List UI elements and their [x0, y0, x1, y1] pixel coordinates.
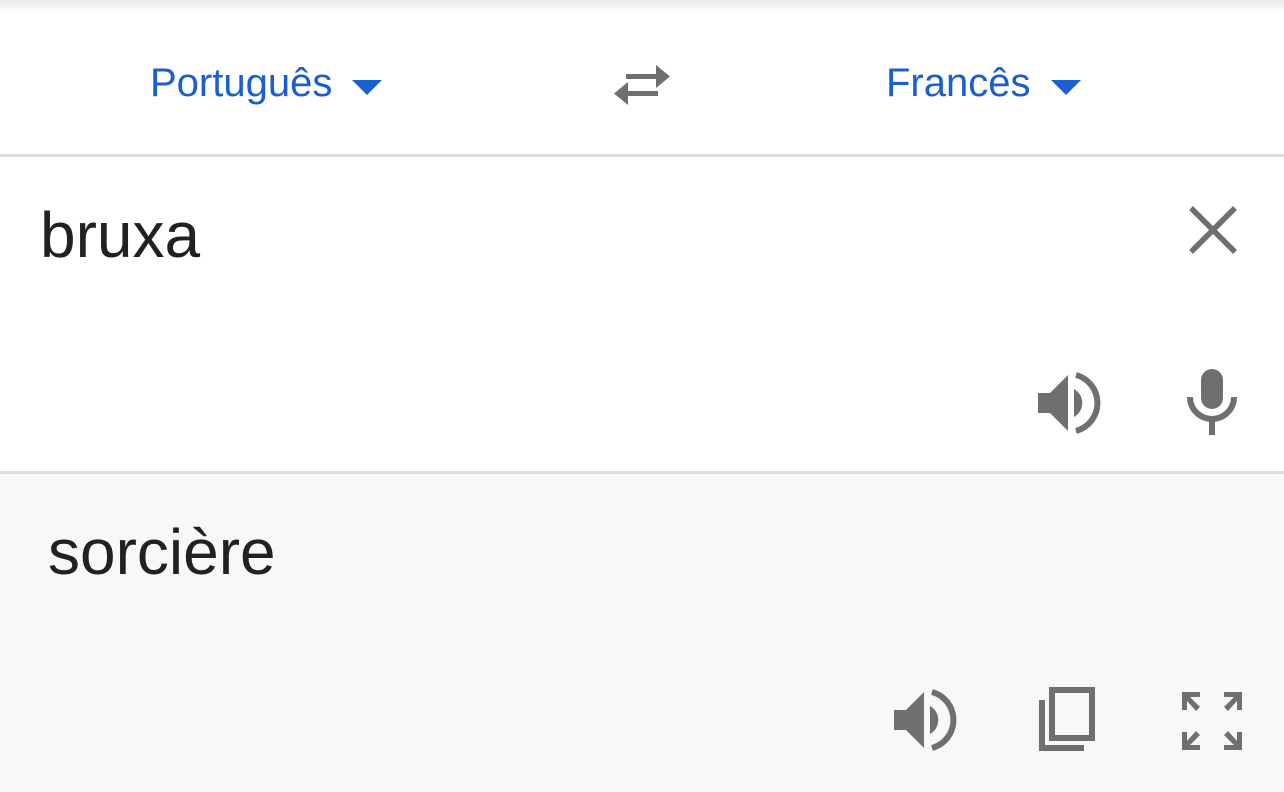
source-text[interactable]: bruxa [40, 197, 200, 273]
target-language-label: Francês [886, 61, 1031, 105]
close-icon [1189, 206, 1237, 254]
clear-button[interactable] [1186, 203, 1240, 257]
source-input-area[interactable]: bruxa [0, 157, 1284, 471]
translation-result-area: sorcière [0, 474, 1284, 792]
dropdown-caret-icon [1050, 79, 1081, 95]
fullscreen-icon [1182, 692, 1242, 750]
speaker-icon [1038, 372, 1101, 434]
swap-languages-button[interactable] [612, 62, 672, 108]
language-bar: Português Francês [0, 12, 1284, 154]
top-shadow [0, 0, 1284, 12]
copy-button[interactable] [1034, 686, 1098, 754]
target-language-selector[interactable]: Francês [886, 60, 1081, 106]
translate-app: Português Francês bruxa sorcière [0, 0, 1284, 792]
copy-icon [1039, 687, 1095, 751]
source-language-label: Português [150, 61, 333, 105]
fullscreen-button[interactable] [1180, 690, 1244, 752]
translated-text: sorcière [48, 516, 276, 588]
result-listen-button[interactable] [890, 688, 960, 752]
source-listen-button[interactable] [1034, 371, 1104, 435]
dropdown-caret-icon [352, 79, 383, 95]
swap-arrows-icon [614, 65, 670, 105]
microphone-icon [1187, 369, 1237, 435]
microphone-button[interactable] [1182, 367, 1242, 437]
speaker-icon [894, 689, 957, 751]
source-language-selector[interactable]: Português [150, 60, 383, 106]
